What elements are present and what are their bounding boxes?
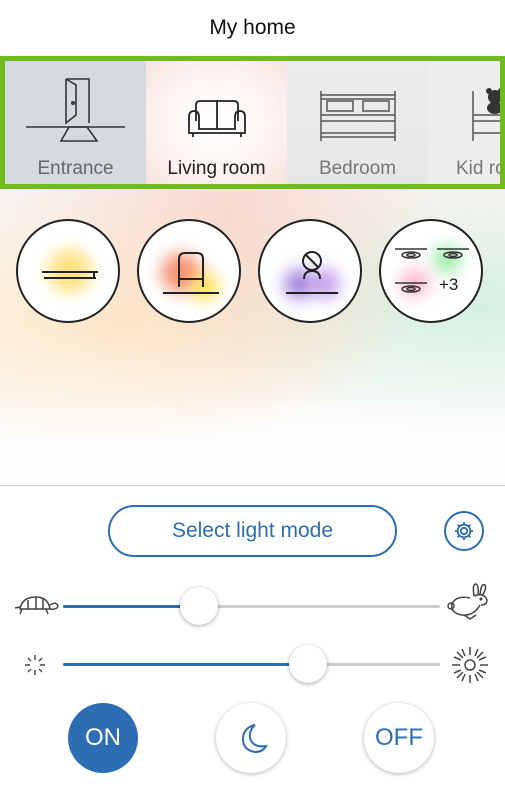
gear-icon [455,522,473,540]
kids-bed-icon [472,88,500,141]
room-label-living-room: Living room [167,158,266,179]
brightness-slider-fill [63,663,309,666]
lamp-armchair[interactable] [137,219,241,323]
brightness-slider-thumb[interactable] [289,645,328,683]
off-button[interactable]: OFF [364,703,434,773]
lamp-scene: +3 [0,189,505,485]
bed-icon [319,91,396,141]
room-tab-entrance[interactable]: Entrance [5,61,146,184]
speed-slider[interactable] [63,586,440,626]
night-mode-button[interactable] [216,703,286,773]
lamp-ceiling-strip[interactable] [16,219,120,323]
off-button-label: OFF [375,724,423,751]
room-tab-bedroom[interactable]: Bedroom [287,61,428,184]
on-button-label: ON [85,724,121,751]
door-icon [25,78,125,142]
table-lamp-icon [286,251,338,294]
armchair-lamp-icon [163,252,219,294]
control-panel: Select light mode ON OFF [0,486,505,798]
room-label-entrance: Entrance [37,158,114,179]
room-label-kid-room: Kid ro [456,158,505,179]
title-bar: My home [0,0,505,56]
room-selector[interactable]: Entrance Living room Bedroom Kid ro [0,56,505,189]
turtle-icon [14,596,59,615]
rabbit-icon [447,583,488,620]
speed-slider-thumb[interactable] [179,587,218,625]
on-button[interactable]: ON [68,703,138,773]
room-label-bedroom: Bedroom [318,158,397,179]
speed-slider-fill [63,605,199,608]
select-light-mode-button[interactable]: Select light mode [108,505,397,557]
page-title: My home [209,16,296,39]
settings-button[interactable] [444,511,484,551]
room-tab-kid-room[interactable]: Kid ro [428,61,505,184]
moon-icon [241,724,268,754]
bright-sun-icon [452,647,488,683]
room-tab-living-room[interactable]: Living room [146,61,287,184]
lamp-table[interactable] [258,219,362,323]
lamp-spotlight-group[interactable]: +3 [379,219,483,323]
spotlights-icon [395,248,469,293]
brightness-slider[interactable] [63,644,440,684]
strip-light-icon [42,271,98,279]
select-light-mode-label: Select light mode [171,519,334,542]
dim-sun-icon [25,655,45,675]
extra-lights-count: +3 [439,275,459,294]
sofa-icon [187,100,246,137]
